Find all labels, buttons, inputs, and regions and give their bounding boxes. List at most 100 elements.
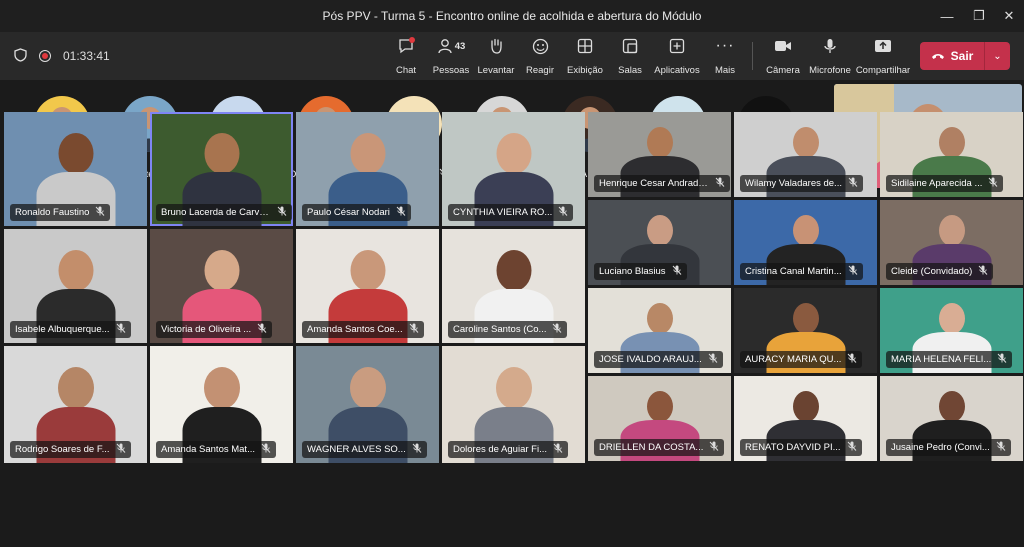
toolbar-divider [752,42,753,70]
mic-off-icon [848,177,858,190]
participant-head [646,215,673,246]
mic-off-icon [261,443,271,456]
more-button[interactable]: ··· Mais [710,36,740,76]
participant-head [938,391,965,422]
leave-button[interactable]: Sair ⌄ [920,42,1010,70]
participant-video-tile[interactable]: Isabele Albuquerque... [4,229,147,343]
participant-video-tile[interactable]: Wilamy Valadares de... [734,112,877,197]
participant-name-label: MARIA HELENA FELI... [886,351,1013,368]
meeting-timer: 01:33:41 [63,49,110,63]
mic-off-icon [672,265,682,278]
phone-hangup-icon [931,49,945,63]
participant-video-tile[interactable]: RENATO DAYVID PI... [734,376,877,461]
participant-video-tile[interactable]: Victoria de Oliveira ... [150,229,293,343]
participant-video-tile[interactable]: Amanda Santos Coe... [296,229,439,343]
participant-video-tile[interactable]: Dolores de Aguiar Fi... [442,346,585,463]
participant-name-label: Rodrigo Soares de F... [10,441,131,458]
mic-off-icon [116,443,126,456]
participant-head [496,133,531,174]
participant-video-tile[interactable]: Cristina Canal Martin... [734,200,877,285]
raise-hand-button[interactable]: Levantar [476,36,516,76]
recording-icon [39,50,51,62]
participant-video-tile[interactable]: Cleide (Convidado) [880,200,1023,285]
participant-video-tile[interactable]: Sidilaine Aparecida ... [880,112,1023,197]
view-button[interactable]: Exibição [566,36,604,76]
rooms-button[interactable]: Salas [614,36,646,76]
participant-head [58,133,93,174]
participant-name-label: Sidilaine Aparecida ... [886,175,1004,192]
meeting-toolbar: 01:33:41 Chat 43 Pessoas Levantar Reagir… [0,32,1024,80]
participant-head [792,127,819,158]
participant-name-label: JOSE IVALDO ARAUJ... [594,351,723,368]
leave-dropdown[interactable]: ⌄ [984,42,1010,70]
participant-video-tile[interactable]: WAGNER ALVES SO... [296,346,439,463]
participant-name-label: RENATO DAYVID PI... [740,439,862,456]
close-window-button[interactable]: ✕ [992,0,1024,32]
participant-video-tile[interactable]: MARIA HELENA FELI... [880,288,1023,373]
participant-head [938,303,965,334]
participant-name-label: Bruno Lacerda de Carval... [156,204,292,221]
participant-video-tile[interactable]: DRIELLEN DA COSTA... [588,376,731,461]
participant-head [350,250,385,291]
participant-video-tile[interactable]: Rodrigo Soares de F... [4,346,147,463]
shield-icon [14,47,27,65]
participant-video-tile[interactable]: Paulo César Nodari [296,112,439,226]
react-button[interactable]: Reagir [524,36,556,76]
participant-video-tile[interactable]: Bruno Lacerda de Carval... [150,112,293,226]
minimize-button[interactable]: — [930,0,964,32]
participant-name-label: Caroline Santos (Co... [448,321,568,338]
participant-head [938,215,965,246]
participant-name-label: Amanda Santos Coe... [302,321,424,338]
participant-head [495,367,532,409]
mic-off-icon [409,323,419,336]
participant-name-label: Cleide (Convidado) [886,263,994,280]
participant-name-label: CYNTHIA VIEIRA RO... [448,204,574,221]
participant-video-tile[interactable]: Henrique Cesar Andrade ... [588,112,731,197]
mic-off-icon [558,206,568,219]
share-button[interactable]: Compartilhar [856,36,910,76]
participant-video-tile[interactable]: Ronaldo Faustino [4,112,147,226]
chat-button[interactable]: Chat [392,36,420,76]
mic-off-icon [996,441,1006,454]
smiley-icon [532,36,549,56]
participant-video-tile[interactable]: Caroline Santos (Co... [442,229,585,343]
mic-off-icon [553,443,563,456]
participant-video-tile[interactable]: JOSE IVALDO ARAUJ... [588,288,731,373]
participant-video-tile[interactable]: Jusaine Pedro (Convi... [880,376,1023,461]
mic-off-icon [847,353,857,366]
plus-icon [669,36,685,56]
participant-head [58,250,93,291]
people-icon: 43 [437,36,465,56]
participant-video-tile[interactable]: AURACY MARIA QU... [734,288,877,373]
title-bar: Pós PPV - Turma 5 - Encontro online de a… [0,0,1024,32]
participant-head [349,367,386,409]
mic-off-icon [715,177,725,190]
participant-name-label: Victoria de Oliveira ... [156,321,273,338]
mic-off-icon [116,323,126,336]
mic-off-icon [709,441,719,454]
camera-button[interactable]: Câmera [764,36,802,76]
mic-off-icon [412,443,422,456]
meeting-stage: Alex Pereir...Joel Estevã...EGEdnan Galv… [0,80,1024,547]
chat-icon [397,36,415,56]
participant-name-label: Paulo César Nodari [302,204,411,221]
mic-off-icon [988,177,998,190]
camera-icon [774,36,792,56]
mic-off-icon [708,353,718,366]
maximize-button[interactable]: ❐ [962,0,996,32]
people-button[interactable]: 43 Pessoas [432,36,470,76]
participant-name-label: Wilamy Valadares de... [740,175,863,192]
mic-off-icon [978,265,988,278]
participant-video-tile[interactable]: Luciano Blasius [588,200,731,285]
participant-video-tile[interactable]: Amanda Santos Mat... [150,346,293,463]
microphone-button[interactable]: Microfone [808,36,852,76]
participant-head [646,127,673,158]
participant-head [204,133,239,174]
participant-name-label: Amanda Santos Mat... [156,441,276,458]
apps-button[interactable]: Aplicativos [654,36,700,76]
leave-main[interactable]: Sair [920,49,984,63]
mic-off-icon [552,323,562,336]
chevron-down-icon: ⌄ [993,50,1002,62]
participant-video-tile[interactable]: CYNTHIA VIEIRA RO... [442,112,585,226]
participant-name-label: Ronaldo Faustino [10,204,111,221]
